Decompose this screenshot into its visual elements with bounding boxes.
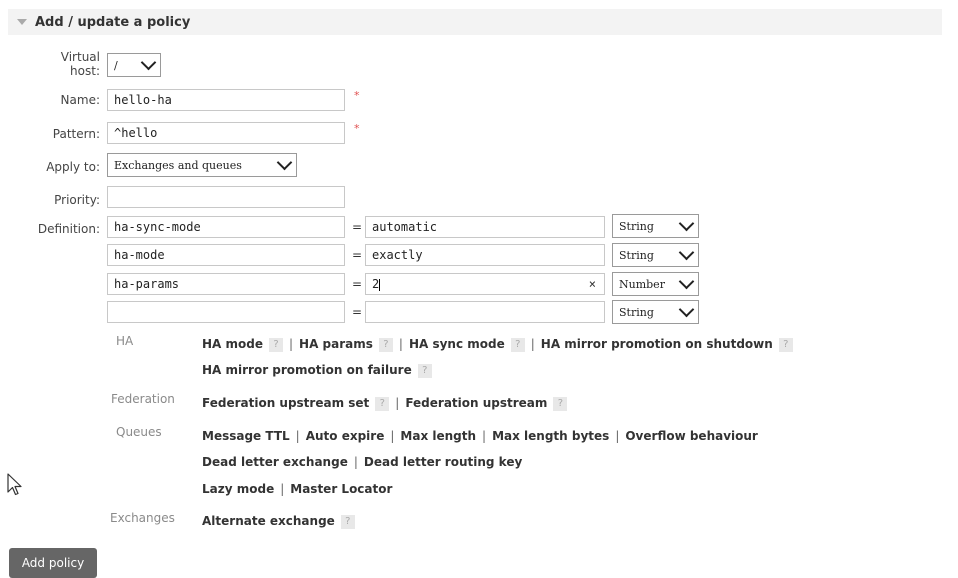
name-label: Name: <box>60 93 100 107</box>
separator: | <box>395 396 400 410</box>
queues-links-line2: Dead letter exchange | Dead letter routing… <box>202 455 522 469</box>
help-icon[interactable]: ? <box>510 337 525 352</box>
apply-to-select[interactable]: Exchanges and queues <box>107 153 297 177</box>
chevron-down-icon <box>140 54 157 71</box>
apply-to-label: Apply to: <box>46 160 100 174</box>
definition-value-text: 2 <box>372 277 380 291</box>
name-required-mark: * <box>354 89 360 102</box>
definition-type-select[interactable]: String <box>612 214 699 238</box>
vhost-value: / <box>114 58 118 72</box>
collapse-triangle-icon[interactable] <box>17 19 27 25</box>
help-icon[interactable]: ? <box>375 396 390 411</box>
clear-icon[interactable]: × <box>589 274 596 294</box>
definition-type-select[interactable]: String <box>612 300 699 324</box>
separator: | <box>390 429 395 443</box>
definition-value-input[interactable]: exactly <box>365 244 605 266</box>
separator: | <box>280 482 285 496</box>
chevron-down-icon <box>276 154 293 171</box>
link-auto-expire[interactable]: Auto expire <box>306 429 385 443</box>
link-message-ttl[interactable]: Message TTL <box>202 429 290 443</box>
apply-to-value: Exchanges and queues <box>114 158 242 172</box>
exchanges-links: Alternate exchange? <box>202 514 355 529</box>
ha-links-line1: HA mode? | HA params? | HA sync mode? | HA mir… <box>202 337 793 352</box>
equals-sign: = <box>352 220 363 234</box>
vhost-select[interactable]: / <box>107 53 161 77</box>
separator: | <box>482 429 487 443</box>
queues-links-line1: Message TTL | Auto expire | Max length | Max l… <box>202 429 758 443</box>
separator: | <box>530 337 535 351</box>
separator: | <box>353 455 358 469</box>
chevron-down-icon <box>678 215 695 232</box>
equals-sign: = <box>352 248 363 262</box>
definition-value-input[interactable]: automatic <box>365 216 605 238</box>
category-label-federation: Federation <box>111 392 175 406</box>
chevron-down-icon <box>678 244 695 261</box>
link-ha-mode[interactable]: HA mode <box>202 337 263 351</box>
separator: | <box>295 429 300 443</box>
definition-value-input[interactable] <box>365 301 605 323</box>
help-icon[interactable]: ? <box>417 363 432 378</box>
pattern-label: Pattern: <box>52 127 100 141</box>
link-federation-upstream[interactable]: Federation upstream <box>405 396 547 410</box>
link-ha-params[interactable]: HA params <box>299 337 373 351</box>
link-dead-letter-routing-key[interactable]: Dead letter routing key <box>364 455 522 469</box>
separator: | <box>398 337 403 351</box>
link-ha-promotion-shutdown[interactable]: HA mirror promotion on shutdown <box>541 337 773 351</box>
link-max-length-bytes[interactable]: Max length bytes <box>492 429 609 443</box>
definition-type-value: String <box>619 305 654 319</box>
definition-key-input[interactable]: ha-sync-mode <box>107 216 345 238</box>
definition-type-value: String <box>619 219 654 233</box>
definition-key-input[interactable]: ha-params <box>107 273 345 295</box>
link-dead-letter-exchange[interactable]: Dead letter exchange <box>202 455 348 469</box>
link-federation-upstream-set[interactable]: Federation upstream set <box>202 396 369 410</box>
text-caret <box>379 278 381 291</box>
equals-sign: = <box>352 305 363 319</box>
equals-sign: = <box>352 277 363 291</box>
definition-label: Definition: <box>37 222 100 236</box>
help-icon[interactable]: ? <box>553 396 568 411</box>
definition-type-value: Number <box>619 277 665 291</box>
separator: | <box>288 337 294 351</box>
link-lazy-mode[interactable]: Lazy mode <box>202 482 274 496</box>
section-header[interactable]: Add / update a policy <box>8 9 942 35</box>
chevron-down-icon <box>678 301 695 318</box>
ha-links-line2: HA mirror promotion on failure? <box>202 363 432 378</box>
definition-type-value: String <box>619 248 654 262</box>
link-max-length[interactable]: Max length <box>400 429 476 443</box>
link-alternate-exchange[interactable]: Alternate exchange <box>202 514 335 528</box>
category-label-exchanges: Exchanges <box>110 511 175 525</box>
definition-key-input[interactable] <box>107 301 345 323</box>
link-overflow-behaviour[interactable]: Overflow behaviour <box>625 429 758 443</box>
pattern-required-mark: * <box>354 122 360 135</box>
name-input[interactable]: hello-ha <box>107 89 345 111</box>
mouse-pointer-icon <box>7 473 22 496</box>
definition-key-input[interactable]: ha-mode <box>107 244 345 266</box>
link-ha-sync-mode[interactable]: HA sync mode <box>409 337 505 351</box>
federation-links: Federation upstream set? | Federation upst… <box>202 396 568 411</box>
queues-links-line3: Lazy mode | Master Locator <box>202 482 392 496</box>
category-label-ha: HA <box>116 334 134 348</box>
help-icon[interactable]: ? <box>778 337 793 352</box>
chevron-down-icon <box>678 273 695 290</box>
link-ha-promotion-failure[interactable]: HA mirror promotion on failure <box>202 363 412 377</box>
link-master-locator[interactable]: Master Locator <box>290 482 392 496</box>
section-title: Add / update a policy <box>35 14 191 30</box>
definition-value-input[interactable]: 2 × <box>365 273 605 295</box>
vhost-label: Virtual host: <box>60 50 100 78</box>
category-label-queues: Queues <box>116 425 162 439</box>
pattern-input[interactable]: ^hello <box>107 122 345 144</box>
separator: | <box>615 429 620 443</box>
help-icon[interactable]: ? <box>340 514 355 529</box>
priority-input[interactable] <box>107 186 345 208</box>
definition-type-select[interactable]: Number <box>612 272 699 296</box>
help-icon[interactable]: ? <box>378 337 393 352</box>
help-icon[interactable]: ? <box>268 337 283 352</box>
definition-type-select[interactable]: String <box>612 243 699 267</box>
priority-label: Priority: <box>54 193 100 207</box>
add-policy-button[interactable]: Add policy <box>9 548 97 578</box>
